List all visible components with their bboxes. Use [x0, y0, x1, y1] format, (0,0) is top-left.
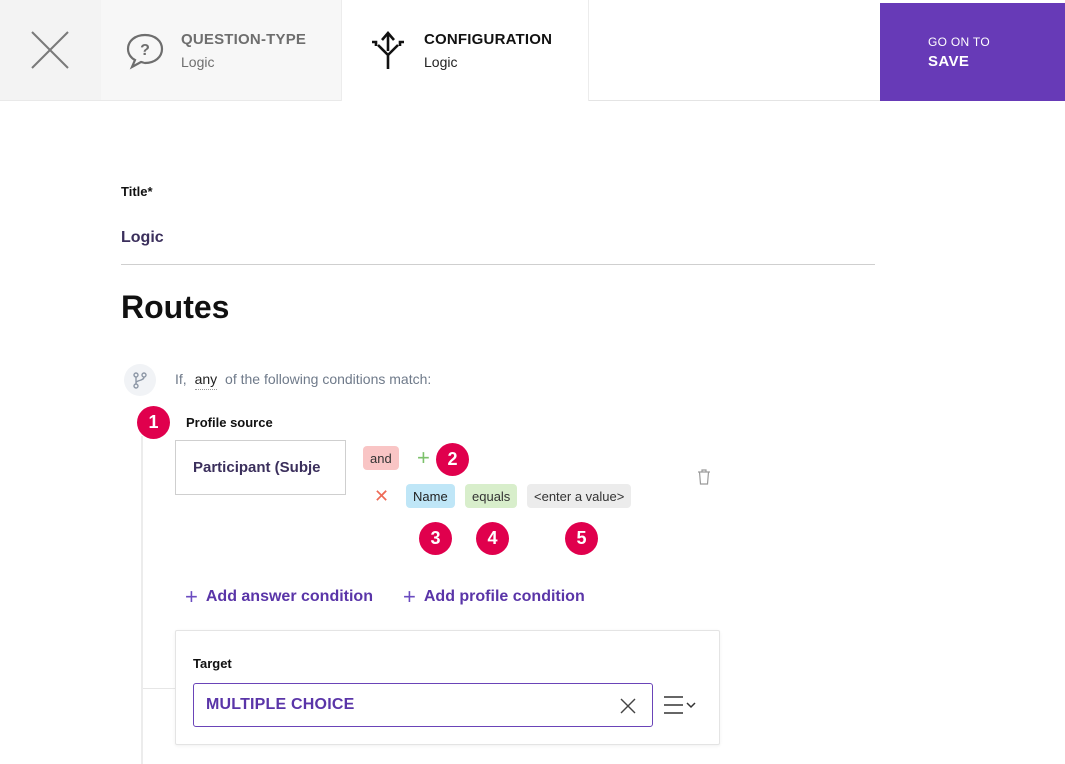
if-prefix: If,	[175, 371, 187, 387]
save-button[interactable]: GO ON TO SAVE	[880, 3, 1065, 101]
title-input[interactable]: Logic	[121, 229, 164, 247]
route-connector-line	[141, 436, 143, 764]
title-input-underline	[121, 264, 875, 265]
trash-icon[interactable]	[697, 469, 711, 490]
profile-source-value: Participant (Subje	[193, 459, 321, 476]
annotation-badge: 1	[137, 406, 170, 439]
close-button[interactable]	[0, 0, 101, 101]
condition-match-line: If, any of the following conditions matc…	[175, 371, 432, 390]
save-button-pretext: GO ON TO	[928, 34, 990, 49]
profile-source-label: Profile source	[186, 415, 273, 430]
condition-field-chip[interactable]: Name	[406, 484, 455, 508]
question-bubble-icon: ?	[123, 29, 167, 73]
tab-subtitle: Logic	[424, 54, 458, 70]
tab-question-type[interactable]: ? QUESTION-TYPE Logic	[101, 0, 341, 101]
target-connector-line	[143, 688, 175, 689]
add-answer-condition-label: Add answer condition	[205, 588, 373, 605]
branch-icon	[124, 364, 156, 396]
annotation-badge: 2	[436, 443, 469, 476]
add-profile-condition-label: Add profile condition	[423, 588, 585, 605]
if-suffix: of the following conditions match:	[225, 371, 432, 387]
condition-comparator-chip[interactable]: equals	[465, 484, 518, 508]
plus-icon: +	[185, 584, 198, 609]
title-field-label: Title*	[121, 184, 153, 199]
target-label: Target	[193, 656, 232, 671]
add-answer-condition-button[interactable]: + Add answer condition	[185, 584, 373, 609]
close-icon	[31, 31, 69, 69]
save-button-label: SAVE	[928, 52, 970, 70]
condition-value-chip[interactable]: <enter a value>	[527, 484, 632, 508]
annotation-badge: 3	[419, 522, 452, 555]
header-divider	[0, 100, 341, 101]
remove-condition-icon[interactable]: ✕	[374, 487, 389, 505]
match-mode-selector[interactable]: any	[194, 371, 218, 390]
annotation-badge: 5	[565, 522, 598, 555]
tab-title: CONFIGURATION	[424, 31, 553, 48]
split-arrows-icon	[366, 29, 410, 73]
target-select[interactable]: MULTIPLE CHOICE	[193, 683, 653, 727]
add-profile-condition-button[interactable]: + Add profile condition	[403, 584, 585, 609]
annotation-badge: 4	[476, 522, 509, 555]
tab-title: QUESTION-TYPE	[181, 31, 307, 48]
svg-text:?: ?	[140, 42, 150, 59]
target-value: MULTIPLE CHOICE	[206, 696, 355, 713]
header-divider	[589, 100, 880, 101]
add-condition-plus-icon[interactable]: +	[417, 447, 430, 469]
routes-heading: Routes	[121, 289, 230, 325]
target-options-menu-icon[interactable]	[663, 694, 699, 716]
plus-icon: +	[403, 584, 416, 609]
clear-target-icon[interactable]	[619, 697, 637, 720]
profile-source-select[interactable]: Participant (Subje	[175, 440, 346, 495]
tab-subtitle: Logic	[181, 54, 215, 70]
logical-operator-chip[interactable]: and	[363, 446, 399, 470]
tab-configuration[interactable]: CONFIGURATION Logic	[341, 0, 589, 101]
